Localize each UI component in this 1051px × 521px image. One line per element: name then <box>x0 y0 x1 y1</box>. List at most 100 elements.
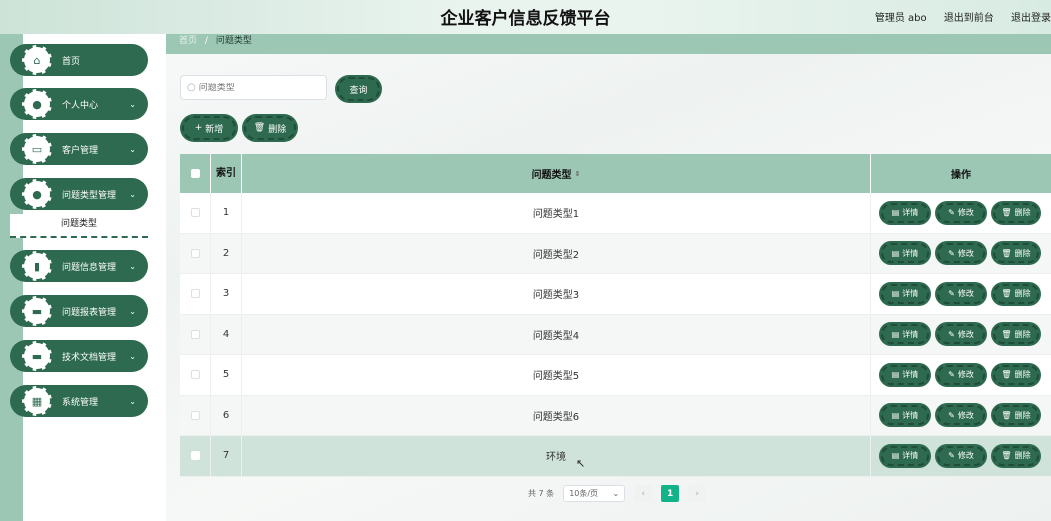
detail-button[interactable]: ▤ 详情 <box>881 243 929 264</box>
sort-icon[interactable]: ⇕ <box>575 170 581 178</box>
row-actions: ▤ 详情 ✎ 修改 🗑 删除 <box>871 193 1051 233</box>
header-issue-type[interactable]: 问题类型 ⇕ <box>242 154 871 193</box>
row-actions: ▤ 详情 ✎ 修改 🗑 删除 <box>871 234 1051 274</box>
user-icon: ● <box>22 179 52 209</box>
document-icon: ▤ <box>891 248 900 258</box>
trash-icon: 🗑 <box>1001 329 1012 339</box>
delete-button[interactable]: 🗑 删除 <box>993 405 1039 426</box>
submenu-item-issue-type[interactable]: 问题类型 <box>10 214 148 238</box>
trash-icon: 🗑 <box>1001 451 1012 461</box>
sidebar-item-customer-management[interactable]: ▭ 客户管理 ⌄ <box>10 133 148 165</box>
logout-link[interactable]: 退出登录 <box>1011 13 1051 24</box>
row-checkbox[interactable] <box>190 370 200 380</box>
delete-button[interactable]: 🗑 删除 <box>993 243 1039 264</box>
edit-label: 修改 <box>957 208 974 218</box>
pencil-icon: ✎ <box>948 248 955 258</box>
chevron-down-icon: ⌄ <box>129 99 136 109</box>
search-input[interactable] <box>198 82 319 93</box>
page-size-select[interactable]: 10条/页 ⌄ <box>563 485 626 502</box>
sidebar-item-home[interactable]: ⌂ 首页 <box>10 44 148 76</box>
trash-icon: 🗑 <box>253 123 266 133</box>
row-checkbox-cell <box>180 395 211 435</box>
chevron-down-icon: ⌄ <box>129 396 136 406</box>
sidebar-item-personal-center[interactable]: ● 个人中心 ⌄ <box>10 88 148 120</box>
add-button[interactable]: + 新增 <box>182 116 236 140</box>
trash-icon: 🗑 <box>1001 370 1012 380</box>
sidebar-item-issue-type-management[interactable]: ● 问题类型管理 ⌄ <box>10 178 148 210</box>
row-checkbox-cell <box>180 355 211 395</box>
edit-label: 修改 <box>957 451 974 461</box>
row-actions: ▤ 详情 ✎ 修改 🗑 删除 <box>871 396 1051 436</box>
edit-label: 修改 <box>957 289 974 299</box>
row-checkbox[interactable] <box>190 410 200 420</box>
trash-icon: 🗑 <box>1001 289 1012 299</box>
row-actions: ▤ 详情 ✎ 修改 🗑 删除 <box>871 274 1051 314</box>
breadcrumb-separator: / <box>204 36 208 46</box>
row-issue-type: 环境 <box>242 436 871 476</box>
edit-button[interactable]: ✎ 修改 <box>937 405 985 426</box>
page-number-current[interactable]: 1 <box>661 485 680 502</box>
edit-button[interactable]: ✎ 修改 <box>937 364 985 385</box>
delete-label: 删除 <box>1014 329 1031 339</box>
delete-button[interactable]: 🗑 删除 <box>993 364 1039 385</box>
delete-label: 删除 <box>1014 451 1031 461</box>
row-actions: ▤ 详情 ✎ 修改 🗑 删除 <box>871 436 1051 476</box>
sidebar-item-system-management[interactable]: ▦ 系统管理 ⌄ <box>10 385 148 417</box>
sidebar-item-label: 问题报表管理 <box>62 307 117 318</box>
chevron-down-icon: ⌄ <box>612 489 620 498</box>
prev-page-button[interactable]: ‹ <box>634 485 653 502</box>
table-row: 2 问题类型2 ▤ 详情 ✎ 修改 🗑 删除 <box>180 233 1051 274</box>
sidebar-item-label: 个人中心 <box>62 100 99 111</box>
detail-button[interactable]: ▤ 详情 <box>881 324 929 345</box>
delete-button[interactable]: 🗑 删除 <box>993 202 1039 223</box>
table-row: 6 问题类型6 ▤ 详情 ✎ 修改 🗑 删除 <box>180 395 1051 436</box>
row-checkbox[interactable] <box>190 289 200 299</box>
table-row: 7 环境 ▤ 详情 ✎ 修改 🗑 删除 <box>180 436 1051 477</box>
back-to-frontend-link[interactable]: 退出到前台 <box>944 13 994 24</box>
row-actions: ▤ 详情 ✎ 修改 🗑 删除 <box>871 355 1051 395</box>
row-checkbox[interactable] <box>190 248 200 258</box>
sidebar-item-issue-info-management[interactable]: ▮ 问题信息管理 ⌄ <box>10 250 148 282</box>
edit-button[interactable]: ✎ 修改 <box>937 445 985 466</box>
edit-button[interactable]: ✎ 修改 <box>937 283 985 304</box>
search-icon: ○ <box>187 82 196 93</box>
next-page-button[interactable]: › <box>688 485 707 502</box>
row-checkbox[interactable] <box>190 451 200 461</box>
select-all-checkbox[interactable] <box>190 169 200 178</box>
query-button[interactable]: 查询 <box>337 77 380 101</box>
trash-icon: 🗑 <box>1001 248 1012 258</box>
edit-button[interactable]: ✎ 修改 <box>937 324 985 345</box>
detail-button[interactable]: ▤ 详情 <box>881 364 929 385</box>
sidebar-item-label: 系统管理 <box>62 397 99 408</box>
detail-button[interactable]: ▤ 详情 <box>881 445 929 466</box>
row-index: 6 <box>211 395 242 435</box>
detail-button[interactable]: ▤ 详情 <box>881 283 929 304</box>
row-checkbox-cell <box>180 233 211 273</box>
main-content: 首页 / 问题类型 ○ 查询 + 新增 🗑 删除 索引 问题类型 ⇕ 操作 <box>166 34 1051 521</box>
sidebar-item-issue-report-management[interactable]: ▬ 问题报表管理 ⌄ <box>10 295 148 327</box>
row-checkbox[interactable] <box>190 329 200 339</box>
detail-label: 详情 <box>902 329 919 339</box>
row-checkbox-cell <box>180 193 211 233</box>
sidebar-item-label: 问题类型管理 <box>62 190 117 201</box>
search-input-wrapper[interactable]: ○ <box>180 75 327 100</box>
chevron-down-icon: ⌄ <box>129 306 136 316</box>
detail-button[interactable]: ▤ 详情 <box>881 405 929 426</box>
document-icon: ▤ <box>891 289 900 299</box>
edit-label: 修改 <box>957 410 974 420</box>
row-checkbox[interactable] <box>190 208 200 218</box>
delete-button[interactable]: 🗑 删除 <box>993 445 1039 466</box>
delete-button[interactable]: 🗑 删除 <box>993 283 1039 304</box>
batch-delete-button[interactable]: 🗑 删除 <box>244 116 296 140</box>
sidebar-item-tech-docs-management[interactable]: ▬ 技术文档管理 ⌄ <box>10 340 148 372</box>
edit-button[interactable]: ✎ 修改 <box>937 202 985 223</box>
delete-button[interactable]: 🗑 删除 <box>993 324 1039 345</box>
pagination-total: 共 7 条 <box>528 489 555 498</box>
edit-button[interactable]: ✎ 修改 <box>937 243 985 264</box>
breadcrumb-current: 问题类型 <box>215 36 252 46</box>
pencil-icon: ✎ <box>948 289 955 299</box>
breadcrumb-home[interactable]: 首页 <box>179 36 197 46</box>
sidebar-item-label: 客户管理 <box>62 145 99 156</box>
detail-label: 详情 <box>902 451 919 461</box>
detail-button[interactable]: ▤ 详情 <box>881 202 929 223</box>
